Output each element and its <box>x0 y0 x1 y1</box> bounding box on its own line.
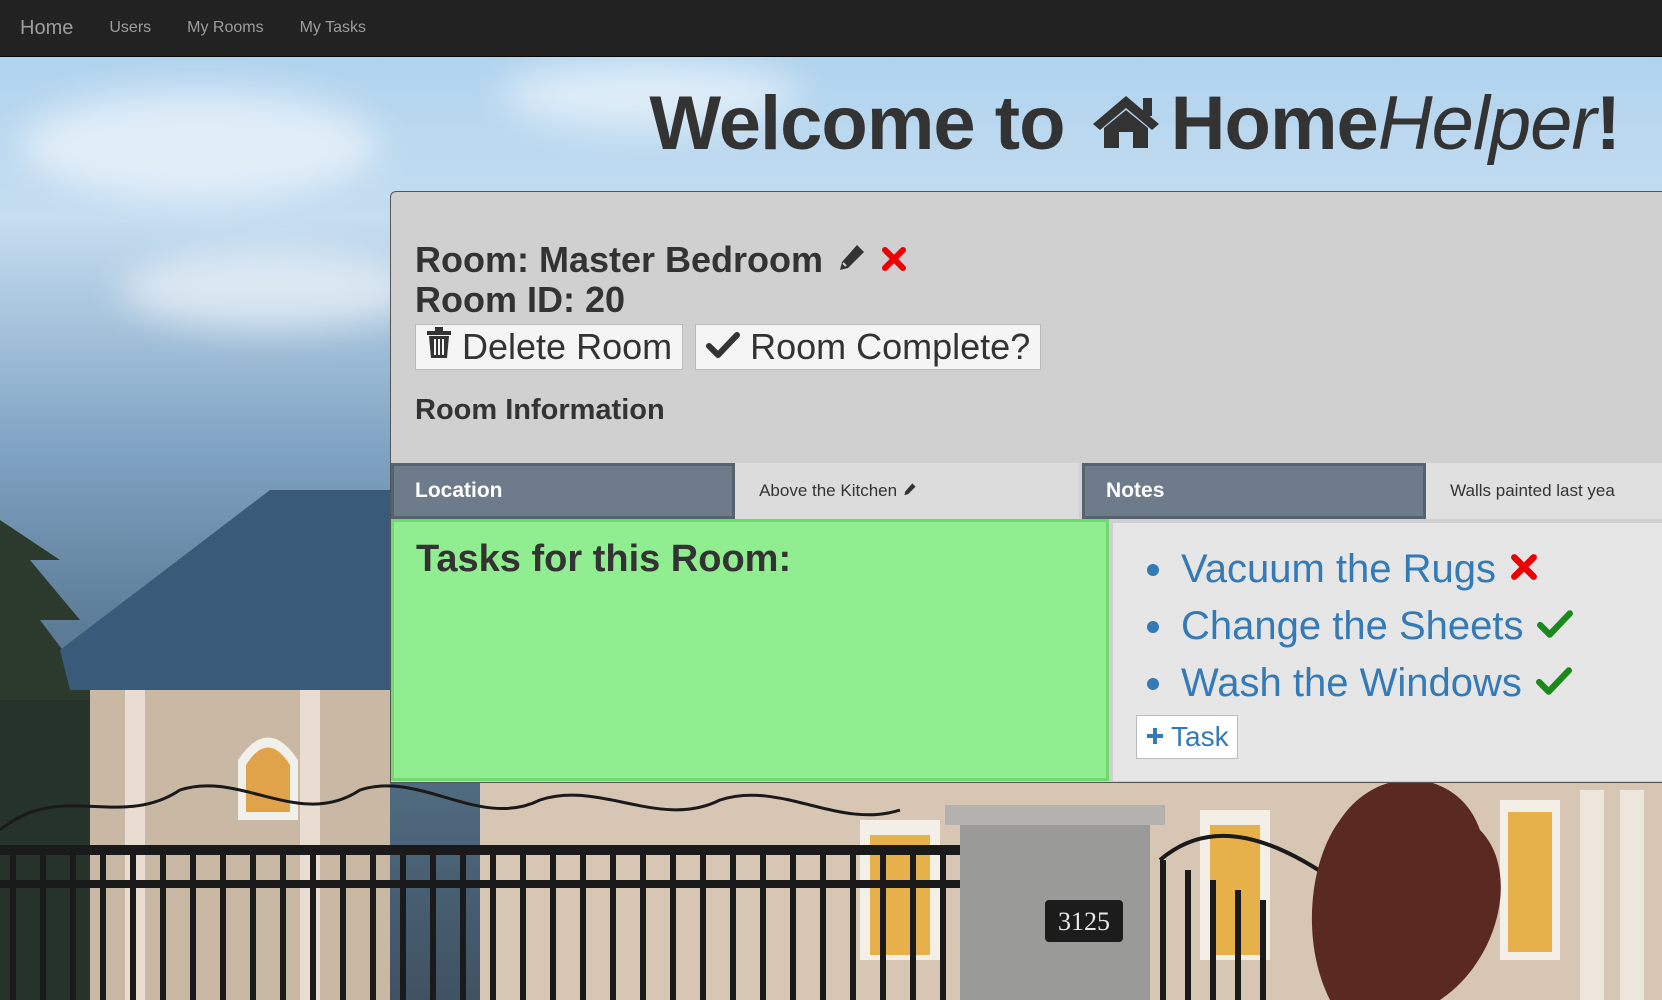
notes-header: Notes <box>1082 463 1427 519</box>
bullet <box>1147 677 1159 690</box>
add-task-button[interactable]: Task <box>1136 715 1238 759</box>
room-info-row: Location Above the Kitchen Notes Walls p… <box>391 463 1662 519</box>
headline-suffix: ! <box>1595 81 1621 166</box>
checkmark-icon <box>706 326 741 368</box>
task-list: Vacuum the Rugs Change the Sheets Wash t… <box>1113 541 1662 712</box>
x-icon[interactable] <box>1510 553 1538 586</box>
delete-room-button[interactable]: Delete Room <box>415 324 684 370</box>
location-value-cell: Above the Kitchen <box>735 463 1080 519</box>
pencil-icon[interactable] <box>903 481 917 501</box>
task-link[interactable]: Vacuum the Rugs <box>1181 547 1496 592</box>
checkmark-icon[interactable] <box>1537 609 1574 644</box>
headline-home: Home <box>1170 81 1379 166</box>
nav-link-my-tasks[interactable]: My Tasks <box>282 19 384 37</box>
navbar: Home Users My Rooms My Tasks <box>0 0 1662 57</box>
room-header: Room: Master Bedroom Room ID: 20 Delete … <box>415 240 1042 427</box>
room-actions: Delete Room Room Complete? <box>415 324 1042 370</box>
pencil-icon[interactable] <box>837 240 867 280</box>
headline-helper: Helper <box>1377 81 1597 166</box>
notes-value-cell: Walls painted last yea <box>1426 463 1662 519</box>
room-name-row: Room: Master Bedroom <box>415 240 1041 280</box>
task-item: Change the Sheets <box>1147 598 1662 655</box>
x-icon[interactable] <box>881 240 907 280</box>
delete-room-label: Delete Room <box>462 326 673 367</box>
bullet <box>1147 620 1159 633</box>
headline-prefix: Welcome to <box>649 81 1065 166</box>
location-header: Location <box>391 463 736 519</box>
room-complete-button[interactable]: Room Complete? <box>695 324 1042 370</box>
room-information-heading: Room Information <box>415 394 665 426</box>
task-link[interactable]: Change the Sheets <box>1181 604 1523 649</box>
notes-value: Walls painted last yea <box>1450 481 1615 500</box>
plus-icon <box>1145 721 1165 753</box>
room-panel: Room: Master Bedroom Room ID: 20 Delete … <box>390 191 1662 783</box>
nav-link-my-rooms[interactable]: My Rooms <box>169 19 281 37</box>
nav-brand-home[interactable]: Home <box>20 17 73 40</box>
home-icon <box>1091 79 1161 166</box>
tasks-title: Tasks for this Room: <box>416 538 792 580</box>
room-name: Room: Master Bedroom <box>415 239 824 280</box>
bullet <box>1147 563 1159 576</box>
trash-icon <box>426 326 452 368</box>
svg-text:3125: 3125 <box>1058 907 1110 936</box>
add-task-label: Task <box>1171 721 1229 752</box>
tasks-section: Tasks for this Room: <box>391 519 1109 781</box>
room-id: Room ID: 20 <box>415 279 626 320</box>
task-item: Wash the Windows <box>1147 655 1662 712</box>
nav-link-users[interactable]: Users <box>91 19 169 37</box>
room-complete-label: Room Complete? <box>750 326 1031 367</box>
task-link[interactable]: Wash the Windows <box>1181 661 1522 706</box>
task-list-panel: Vacuum the Rugs Change the Sheets Wash t… <box>1113 523 1662 781</box>
location-value: Above the Kitchen <box>759 481 898 500</box>
checkmark-icon[interactable] <box>1535 666 1572 701</box>
page-headline: Welcome to HomeHelper! <box>649 79 1621 172</box>
task-item: Vacuum the Rugs <box>1147 541 1662 598</box>
